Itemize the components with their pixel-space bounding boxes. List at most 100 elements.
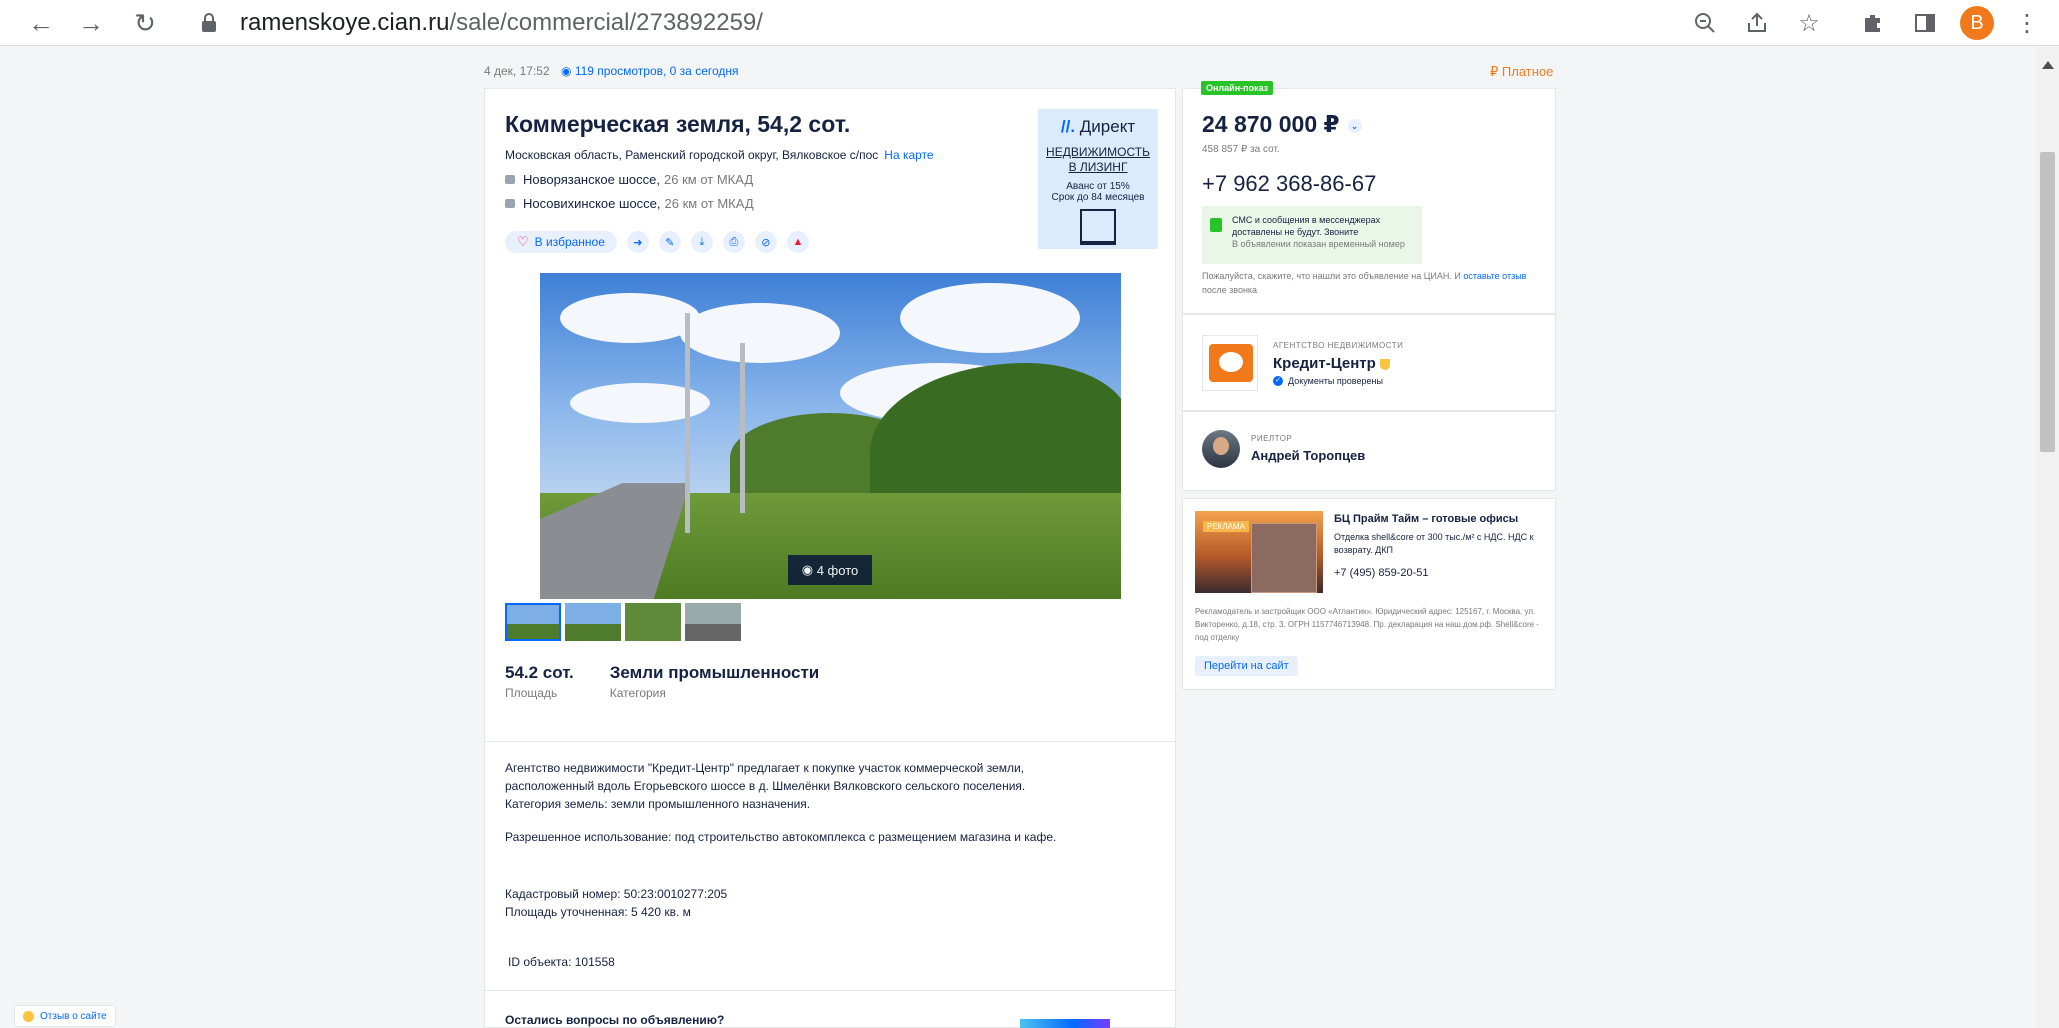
paid-badge: ₽ Платное — [1490, 64, 1553, 80]
url-host: ramenskoye.cian.ru — [240, 9, 450, 36]
ad-image[interactable]: РЕКЛАМА — [1195, 511, 1323, 593]
realtor-avatar — [1202, 430, 1240, 468]
highway-icon — [505, 199, 515, 208]
ad-title[interactable]: БЦ Прайм Тайм – готовые офисы — [1334, 513, 1518, 525]
online-showing-badge: Онлайн-показ — [1201, 81, 1274, 95]
heart-icon: ♡ — [517, 234, 529, 249]
main-photo[interactable]: ◉ 4 фото — [540, 273, 1121, 599]
ruble-icon: ₽ — [1490, 64, 1499, 79]
photo-count-badge[interactable]: ◉ 4 фото — [788, 555, 872, 585]
listing-title: Коммерческая земля, 54,2 сот. — [505, 111, 851, 137]
share-icon[interactable]: ➜ — [626, 231, 649, 253]
scrollbar[interactable] — [2036, 47, 2059, 1028]
realtor-type: РИЕЛТОР — [1251, 434, 1293, 443]
highway-item: Носовихинское шоссе, 26 км от МКАД — [505, 196, 754, 211]
photo-thumbnails — [505, 603, 745, 641]
camera-icon: ◉ — [801, 562, 814, 577]
realtor-name[interactable]: Андрей Торопцев — [1251, 448, 1365, 463]
thumbnail[interactable] — [505, 603, 561, 641]
agency-logo — [1202, 335, 1258, 391]
listing-card: Коммерческая земля, 54,2 сот. Московская… — [484, 88, 1177, 1028]
print-icon[interactable]: ⎙ — [722, 231, 745, 253]
address-text: Московская область, Раменский городской … — [505, 148, 879, 162]
direct-brand: //. Директ — [1060, 117, 1136, 136]
forward-icon[interactable]: → — [72, 4, 110, 42]
report-warning-icon[interactable]: ▲ — [786, 231, 809, 253]
thumbnail[interactable] — [625, 603, 681, 641]
listing-meta: 4 дек, 17:52 ◉ 119 просмотров, 0 за сего… — [484, 64, 739, 78]
ad-tag: РЕКЛАМА — [1203, 521, 1249, 532]
questions-heading: Остались вопросы по объявлению? — [505, 1013, 725, 1027]
fact-label: Площадь — [505, 686, 558, 700]
ad-phone[interactable]: +7 (495) 859-20-51 — [1334, 567, 1428, 579]
key-facts: 54.2 сот. Площадь Земли промышленности К… — [505, 663, 855, 700]
review-note: Пожалуйста, скажите, что нашли это объяв… — [1202, 271, 1527, 295]
fact-category: Земли промышленности Категория — [610, 663, 819, 700]
area-exact: Площадь уточненная: 5 420 кв. м — [505, 905, 691, 919]
feedback-button[interactable]: Отзыв о сайте — [14, 1005, 116, 1027]
highway-distance: 26 км от МКАД — [664, 172, 754, 187]
reload-icon[interactable]: ↻ — [126, 4, 164, 42]
listing-date: 4 дек, 17:52 — [484, 64, 550, 78]
term-text: Срок до 84 месяцев — [1051, 192, 1145, 203]
sms-warning: СМС и сообщения в мессенджерах доставлен… — [1202, 206, 1422, 264]
download-icon[interactable]: ⤓ — [690, 231, 713, 253]
fact-value: Земли промышленности — [609, 663, 820, 682]
thumbnail[interactable] — [565, 603, 621, 641]
share-icon[interactable] — [1740, 6, 1774, 40]
scroll-up-icon[interactable] — [2042, 61, 2054, 69]
advance-text: Аванс от 15% — [1066, 181, 1130, 192]
docs-verified: ✓ Документы проверены — [1273, 376, 1383, 386]
map-link[interactable]: На карте — [884, 148, 933, 162]
check-icon: ✓ — [1273, 376, 1283, 386]
fact-value: 54.2 сот. — [505, 663, 574, 682]
views-text: 119 просмотров, 0 за сегодня — [574, 64, 739, 78]
ad-text: Отделка shell&core от 300 тыс./м² с НДС.… — [1334, 532, 1534, 555]
divider — [485, 741, 1177, 742]
ad-card: РЕКЛАМА БЦ Прайм Тайм – готовые офисы От… — [1182, 498, 1556, 690]
shield-icon — [1379, 358, 1390, 370]
agency-card[interactable]: АГЕНТСТВО НЕДВИЖИМОСТИ Кредит-Центр ✓ Док… — [1182, 314, 1556, 411]
highway-distance: 26 км от МКАД — [664, 196, 754, 211]
page-content: 4 дек, 17:52 ◉ 119 просмотров, 0 за сего… — [0, 47, 2036, 1028]
questions-illustration — [1020, 1019, 1110, 1028]
address-bar[interactable]: ramenskoye.cian.ru/sale/commercial/27389… — [180, 4, 1650, 42]
description: Агентство недвижимости "Кредит-Центр" пр… — [505, 761, 1026, 811]
hide-icon[interactable]: ⊘ — [754, 231, 777, 253]
phone-number[interactable]: +7 962 368-86-67 — [1202, 171, 1376, 197]
profile-avatar[interactable]: B — [1960, 6, 1994, 40]
direct-leasing-banner[interactable]: //. Директ НЕДВИЖИМОСТЬ В ЛИЗИНГ Аванс от… — [1038, 109, 1158, 249]
building-icon — [1080, 209, 1116, 245]
fact-label: Категория — [609, 686, 666, 700]
review-link[interactable]: оставьте отзыв — [1463, 271, 1526, 281]
agency-type: АГЕНТСТВО НЕДВИЖИМОСТИ — [1273, 341, 1404, 350]
listing-address: Московская область, Раменский городской … — [505, 148, 934, 162]
price-amount: 24 870 000 ₽ — [1202, 111, 1340, 137]
back-icon[interactable]: ← — [22, 4, 60, 42]
object-id: ID объекта: 101558 — [508, 955, 615, 969]
realtor-card[interactable]: РИЕЛТОР Андрей Торопцев — [1182, 411, 1556, 491]
go-to-site-button[interactable]: Перейти на сайт — [1195, 656, 1298, 676]
zoom-icon[interactable] — [1688, 6, 1722, 40]
bookmark-star-icon[interactable]: ☆ — [1792, 6, 1826, 40]
price-card: Онлайн-показ 24 870 000 ₽ ⌄ 458 857 ₽ за … — [1182, 81, 1556, 314]
lock-icon — [200, 12, 222, 34]
photo-count: 4 фото — [816, 562, 859, 578]
price: 24 870 000 ₽ ⌄ — [1202, 111, 1362, 138]
menu-kebab-icon[interactable]: ⋮ — [2010, 6, 2044, 40]
scrollbar-thumb[interactable] — [2040, 152, 2055, 452]
paid-label: Платное — [1501, 64, 1554, 79]
thumbnail[interactable] — [685, 603, 741, 641]
note-pencil-icon[interactable]: ✎ — [658, 231, 681, 253]
favorite-button[interactable]: ♡ В избранное — [505, 231, 617, 253]
eye-icon: ◉ — [560, 64, 572, 78]
chevron-down-icon[interactable]: ⌄ — [1347, 118, 1362, 133]
cadastral-number: Кадастровый номер: 50:23:0010277:205 — [505, 887, 728, 901]
favorite-label: В избранное — [534, 235, 605, 249]
divider — [485, 990, 1177, 991]
highway-item: Новорязанское шоссе, 26 км от МКАД — [505, 172, 753, 187]
fact-area: 54.2 сот. Площадь — [505, 663, 574, 700]
sidepanel-icon[interactable] — [1908, 6, 1942, 40]
agency-name[interactable]: Кредит-Центр — [1273, 355, 1390, 372]
extensions-icon[interactable] — [1856, 6, 1890, 40]
